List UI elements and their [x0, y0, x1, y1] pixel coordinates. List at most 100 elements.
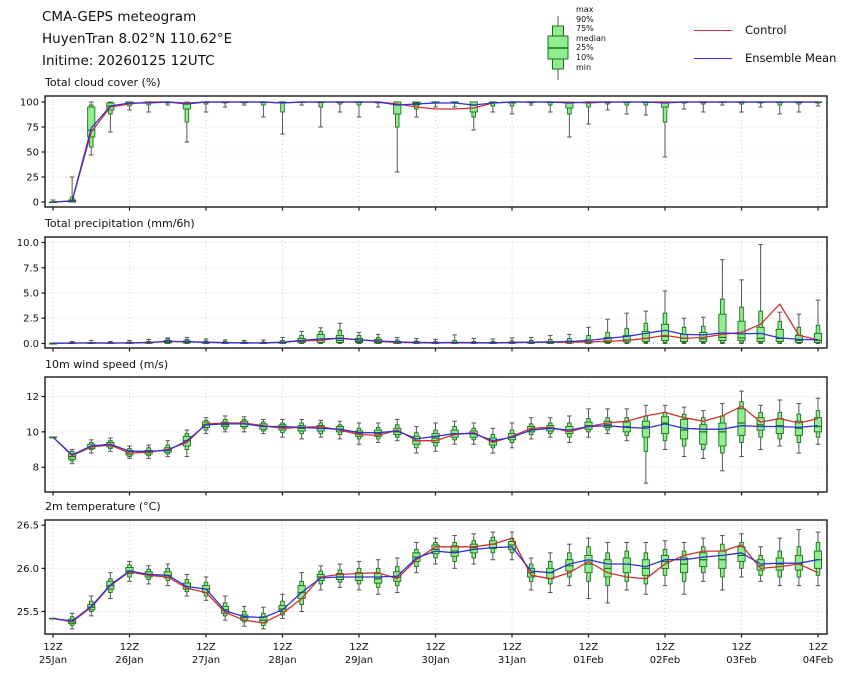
- box-whisker: [814, 300, 821, 343]
- box-whisker: [336, 102, 343, 112]
- box-whisker: [585, 102, 592, 124]
- box-whisker: [164, 338, 171, 344]
- x-tick-label: 04Feb: [803, 655, 833, 666]
- y-tick-label: 0.0: [23, 339, 39, 350]
- y-tick-label: 12: [26, 392, 39, 403]
- box-whisker: [700, 317, 707, 343]
- box-whisker: [585, 538, 592, 598]
- box-whisker: [642, 542, 649, 594]
- x-tick-label: 27Jan: [192, 655, 220, 666]
- box-whisker: [757, 245, 764, 344]
- y-tick-label: 25.5: [17, 607, 39, 618]
- box-whisker: [604, 102, 611, 110]
- y-tick-label: 100: [20, 98, 39, 109]
- box-whisker: [681, 407, 688, 457]
- x-tick-label: 02Feb: [650, 655, 680, 666]
- x-tick-label: 12Z: [273, 642, 293, 653]
- y-tick-label: 8: [33, 463, 39, 474]
- y-tick-label: 26.0: [17, 564, 39, 575]
- box-whisker: [795, 530, 802, 586]
- y-tick-label: 5.0: [23, 289, 39, 300]
- box-whisker: [814, 532, 821, 586]
- box-whisker: [776, 400, 783, 446]
- box-whisker: [604, 319, 611, 343]
- box-whisker: [738, 534, 745, 577]
- x-tick-label: 12Z: [349, 642, 369, 653]
- y-tick-label: 0: [33, 198, 39, 209]
- box-whisker: [623, 542, 630, 590]
- box-whisker: [355, 102, 362, 117]
- x-tick-label: 01Feb: [573, 655, 603, 666]
- box-whisker: [681, 102, 688, 109]
- box-whisker: [757, 405, 764, 449]
- x-tick-label: 12Z: [196, 642, 216, 653]
- meteogram-chart: 02550751000.02.55.07.510.08101225.526.02…: [0, 0, 844, 680]
- box-whisker: [623, 409, 630, 441]
- x-tick-label: 12Z: [426, 642, 446, 653]
- box-whisker: [757, 102, 764, 107]
- box-whisker: [700, 411, 707, 459]
- panel-cloud: 0255075100: [20, 96, 827, 211]
- y-tick-label: 10.0: [17, 238, 39, 249]
- box-whisker: [795, 404, 802, 454]
- box-whisker: [681, 318, 688, 343]
- box-whisker: [355, 561, 362, 590]
- box-whisker: [719, 536, 726, 590]
- box-whisker: [681, 542, 688, 594]
- box-whisker: [202, 102, 209, 112]
- panel-temp: 25.5 26.0 26.5 12Z 25Jan 12Z 26Jan 12Z 27Jan 12Z 2…: [17, 520, 833, 666]
- y-tick-label: 2.5: [23, 314, 39, 325]
- box-whisker: [336, 564, 343, 587]
- box-whisker: [508, 102, 515, 114]
- box-whisker: [795, 102, 802, 112]
- x-tick-label: 12Z: [732, 642, 752, 653]
- box-whisker: [719, 404, 726, 471]
- x-tick-label: 29Jan: [345, 655, 373, 666]
- x-tick-label: 12Z: [120, 642, 140, 653]
- box-whisker: [279, 102, 286, 134]
- box-whisker: [355, 332, 362, 343]
- box-whisker: [661, 102, 668, 157]
- panel-wind: 8 10 12: [26, 377, 827, 496]
- box-whisker: [814, 398, 821, 444]
- box-whisker: [738, 391, 745, 456]
- panel-precip: 0.0 2.5 5.0 7.5 10.0: [17, 237, 827, 352]
- meteogram-figure: CMA-GEPS meteogram HuyenTran 8.02°N 110.…: [0, 0, 844, 680]
- y-tick-label: 50: [26, 148, 39, 159]
- y-tick-label: 10: [26, 427, 39, 438]
- x-tick-label: 12Z: [43, 642, 63, 653]
- box-whisker: [470, 102, 477, 130]
- panel-border: [45, 96, 827, 207]
- x-tick-label: 12Z: [579, 642, 599, 653]
- box-whisker: [719, 260, 726, 344]
- x-tick-label: 28Jan: [268, 655, 296, 666]
- x-tick-label: 26Jan: [115, 655, 143, 666]
- panel-border: [45, 237, 827, 348]
- box-whisker: [700, 102, 707, 112]
- box-whisker: [585, 409, 592, 437]
- y-tick-label: 7.5: [23, 263, 39, 274]
- x-tick-label: 12Z: [808, 642, 828, 653]
- box-whisker: [451, 421, 458, 444]
- box-whisker: [566, 102, 573, 137]
- box-whisker: [298, 419, 305, 438]
- box-whisker: [183, 102, 190, 142]
- box-whisker: [738, 102, 745, 112]
- y-tick-label: 26.5: [17, 521, 39, 532]
- box-whisker: [547, 102, 554, 112]
- box-whisker: [642, 102, 649, 115]
- box-whisker: [336, 323, 343, 343]
- box-whisker: [317, 102, 324, 127]
- x-tick-label: 31Jan: [498, 655, 526, 666]
- x-tick-label: 12Z: [655, 642, 675, 653]
- y-tick-label: 75: [26, 123, 39, 134]
- box-whisker: [776, 312, 783, 343]
- box-whisker: [700, 538, 707, 581]
- box-whisker: [489, 532, 496, 560]
- x-tick-label: 25Jan: [39, 655, 67, 666]
- x-tick-label: 03Feb: [726, 655, 756, 666]
- x-tick-label: 30Jan: [421, 655, 449, 666]
- box-whisker: [222, 102, 229, 107]
- box-whisker: [776, 538, 783, 586]
- x-tick-label: 12Z: [502, 642, 522, 653]
